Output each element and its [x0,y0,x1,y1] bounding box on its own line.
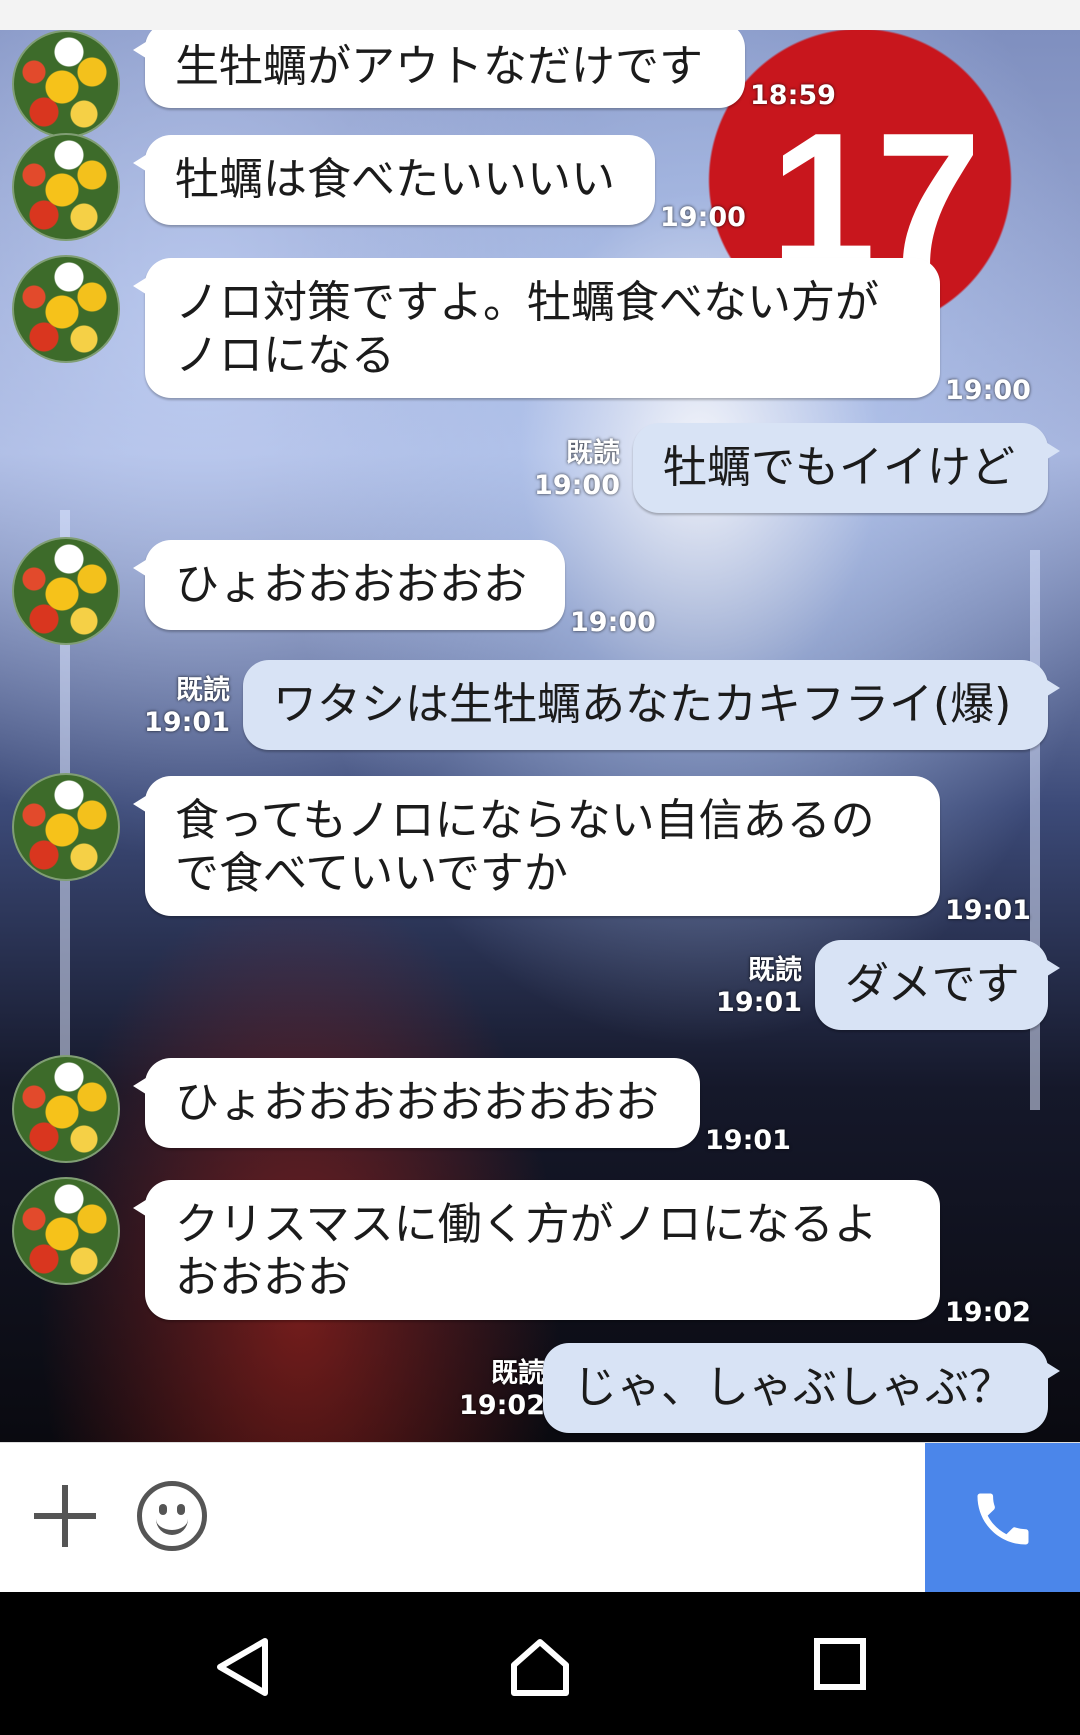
read-label: 既読 [566,438,620,469]
read-label: 既読 [491,1358,545,1389]
back-triangle-icon[interactable] [215,1637,270,1697]
message-time: 19:00 [660,202,746,233]
incoming-message-bubble[interactable]: 牡蠣は食べたいいいい [133,135,655,225]
smiley-mouth [156,1514,188,1535]
message-time: 19:01 [716,987,802,1018]
plus-icon[interactable] [30,1481,100,1551]
read-receipt: 既読 19:01 [140,675,230,739]
message-time: 19:01 [945,895,1031,926]
message-text: 牡蠣でもイイけど [663,442,1015,493]
outgoing-message-bubble[interactable]: ワタシは生牡蠣あなたカキフライ(爆) [243,660,1060,750]
contact-avatar[interactable] [12,1177,120,1285]
read-label: 既読 [176,675,230,706]
incoming-message-bubble[interactable]: クリスマスに働く方がノロになるよ おおおお [133,1180,940,1320]
call-button[interactable] [925,1443,1080,1593]
navigation-bar [0,1592,1080,1735]
incoming-message-bubble[interactable]: 食ってもノロにならない自信あるの で食べていいですか [133,776,940,916]
message-text: 食ってもノロにならない自信あるの [175,795,875,846]
contact-avatar[interactable] [12,30,120,138]
incoming-message-bubble[interactable]: 生牡蠣がアウトなだけです [133,30,745,108]
message-text: ノロ対策ですよ。牡蠣食べない方が [175,277,879,328]
message-text: ひょおおおおおお [175,559,527,610]
message-text: ダメです [845,959,1020,1010]
home-icon[interactable] [508,1637,572,1697]
incoming-message-bubble[interactable]: ひょおおおおおおおおお [133,1058,700,1148]
read-receipt: 既読 19:02 [455,1358,545,1422]
message-text: ワタシは生牡蠣あなたカキフライ(爆) [273,679,1012,730]
message-time: 19:01 [705,1125,791,1156]
message-time: 19:00 [534,470,620,501]
outgoing-message-bubble[interactable]: ダメです [815,940,1060,1030]
message-text: じゃ、しゃぶしゃぶ？ [573,1362,1013,1413]
message-time: 19:02 [945,1297,1031,1328]
incoming-message-bubble[interactable]: ひょおおおおおお [133,540,565,630]
contact-avatar[interactable] [12,133,120,241]
read-receipt: 既読 19:00 [530,438,620,502]
message-time: 19:00 [945,375,1031,406]
incoming-message-bubble[interactable]: ノロ対策ですよ。牡蠣食べない方が ノロになる [133,258,940,398]
message-text-line2: おおおお [175,1252,351,1303]
status-bar [0,0,1080,30]
chat-background[interactable]: 17 生牡蠣がアウトなだけです 18:59 牡蠣は食べたいいいい 19:00 ノ… [0,30,1080,1442]
contact-avatar[interactable] [12,537,120,645]
phone-icon [977,1493,1029,1545]
contact-avatar[interactable] [12,773,120,881]
read-receipt: 既読 19:01 [712,955,802,1019]
message-input-bar [0,1442,1080,1593]
message-time: 18:59 [750,80,836,111]
message-text: クリスマスに働く方がノロになるよ [175,1199,878,1250]
message-time: 19:00 [570,607,656,638]
smiley-icon[interactable] [137,1481,207,1551]
read-label: 既読 [748,955,802,986]
message-text-line2: ノロになる [175,330,395,381]
message-time: 19:02 [459,1390,545,1421]
message-text: ひょおおおおおおおおお [175,1077,659,1128]
recents-square-icon[interactable] [813,1637,867,1691]
message-text: 生牡蠣がアウトなだけです [175,41,703,92]
message-time: 19:01 [144,707,230,738]
contact-avatar[interactable] [12,1055,120,1163]
message-text: 牡蠣は食べたいいいい [175,154,615,205]
contact-avatar[interactable] [12,255,120,363]
outgoing-message-bubble[interactable]: 牡蠣でもイイけど [633,423,1060,513]
outgoing-message-bubble[interactable]: じゃ、しゃぶしゃぶ？ [543,1343,1060,1433]
message-text-line2: で食べていいですか [175,848,568,899]
